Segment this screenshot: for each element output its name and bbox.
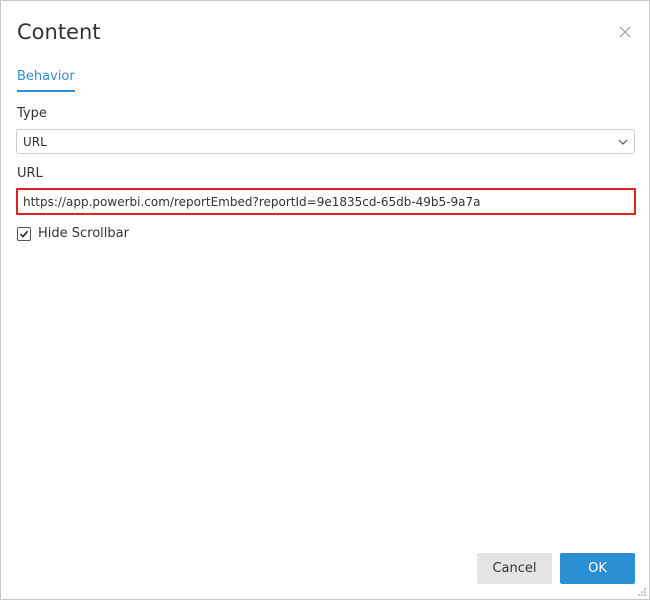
type-select-value: URL: [23, 135, 47, 149]
resize-grip-icon[interactable]: [637, 587, 647, 597]
hide-scrollbar-option[interactable]: Hide Scrollbar: [17, 226, 129, 242]
chevron-down-icon: [618, 139, 628, 145]
checkmark-icon: [19, 230, 29, 238]
type-select[interactable]: URL: [16, 129, 635, 154]
url-input[interactable]: [16, 188, 636, 215]
hide-scrollbar-checkbox[interactable]: [17, 227, 31, 241]
close-icon: [619, 26, 631, 38]
hide-scrollbar-label: Hide Scrollbar: [38, 226, 129, 241]
close-button[interactable]: [615, 22, 635, 42]
dialog-title: Content: [17, 20, 101, 44]
url-label: URL: [17, 166, 43, 181]
tab-behavior[interactable]: Behavior: [17, 68, 75, 92]
type-label: Type: [17, 106, 47, 121]
cancel-button[interactable]: Cancel: [477, 553, 552, 584]
content-dialog: Content Behavior Type URL URL Hide Scrol…: [0, 0, 650, 600]
ok-button[interactable]: OK: [560, 553, 635, 584]
